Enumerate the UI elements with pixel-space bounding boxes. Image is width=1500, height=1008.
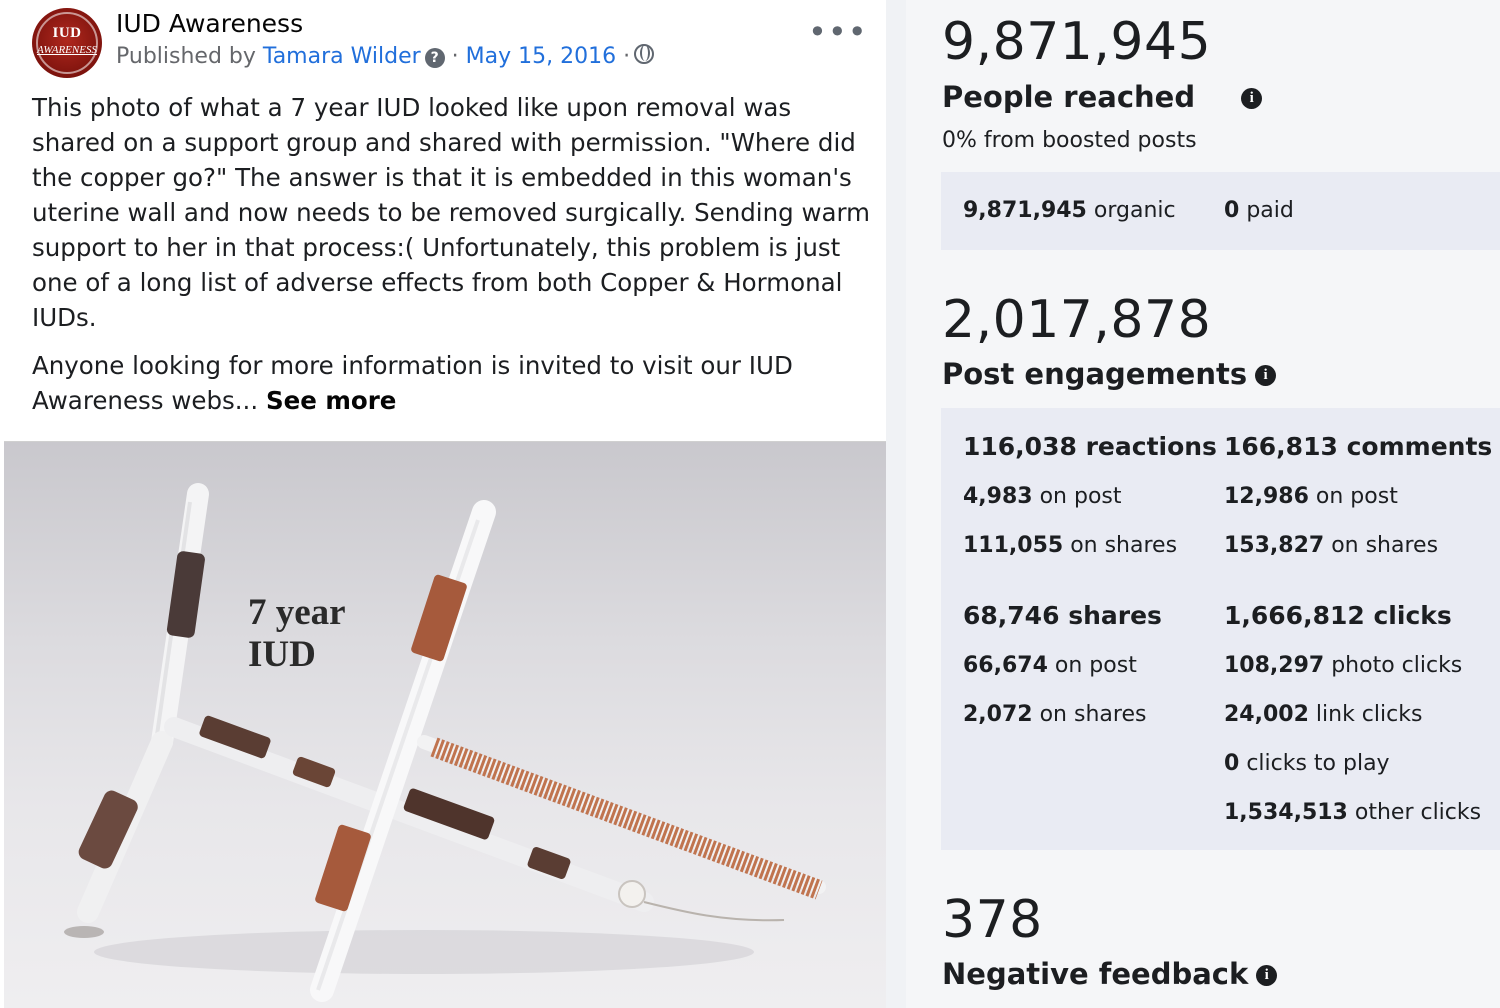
avatar-logo-subtext: AWARENESS <box>37 44 97 56</box>
info-icon[interactable]: i <box>1241 88 1263 109</box>
shares-on-shares: 2,072 on shares <box>963 702 1146 727</box>
photo-caption-line: 7 year <box>248 592 346 633</box>
reactions-on-shares-value: 111,055 <box>963 533 1064 558</box>
comments-on-shares-value: 153,827 <box>1224 533 1325 558</box>
photo-clicks-value: 108,297 <box>1224 653 1325 678</box>
reactions-on-post: 4,983 on post <box>963 484 1122 509</box>
shares-total: 68,746 shares <box>963 601 1162 630</box>
info-icon[interactable]: i <box>1256 965 1278 986</box>
other-clicks-label: other clicks <box>1354 800 1482 825</box>
shares-on-shares-label: on shares <box>1039 702 1147 727</box>
comments-on-post-value: 12,986 <box>1224 484 1309 509</box>
paid-value: 0 <box>1224 198 1240 223</box>
post-body: This photo of what a 7 year IUD looked l… <box>32 90 872 431</box>
photo-caption: 7 year IUD <box>248 592 346 676</box>
post-byline: Published by Tamara Wilder? · May 15, 20… <box>116 44 655 69</box>
reactions-on-post-value: 4,983 <box>963 484 1033 509</box>
avatar-logo-text: IUD <box>52 25 82 41</box>
comments-on-post-label: on post <box>1315 484 1398 509</box>
photo-clicks: 108,297 photo clicks <box>1224 653 1462 678</box>
shares-on-post: 66,674 on post <box>963 653 1137 678</box>
post-engagements-title: Post engagements i <box>942 357 1277 391</box>
organic-reach: 9,871,945 organic <box>963 198 1176 223</box>
post-paragraph: Anyone looking for more information is i… <box>32 348 872 418</box>
reactions-on-post-label: on post <box>1039 484 1122 509</box>
boosted-posts-note: 0% from boosted posts <box>942 128 1197 153</box>
post-date-link[interactable]: May 15, 2016 <box>466 44 616 69</box>
reach-breakdown: 9,871,945 organic 0 paid <box>941 172 1500 250</box>
post-photo[interactable]: 7 year IUD <box>4 441 886 1008</box>
iud-illustration <box>64 483 826 1002</box>
other-clicks: 1,534,513 other clicks <box>1224 800 1481 825</box>
globe-icon <box>634 44 655 64</box>
photo-caption-line: IUD <box>248 634 316 675</box>
comments-value: 166,813 <box>1224 432 1338 461</box>
people-reached-label: People reached <box>942 80 1196 114</box>
link-clicks-value: 24,002 <box>1224 702 1309 727</box>
comments-on-post: 12,986 on post <box>1224 484 1398 509</box>
byline-separator: · <box>623 44 631 69</box>
question-icon[interactable]: ? <box>424 48 445 68</box>
info-icon[interactable]: i <box>1255 365 1277 386</box>
reactions-value: 116,038 <box>963 432 1077 461</box>
organic-label: organic <box>1093 198 1176 223</box>
clicks-value: 1,666,812 <box>1224 601 1365 630</box>
clicks-label: clicks <box>1373 601 1452 630</box>
reactions-on-shares-label: on shares <box>1070 533 1178 558</box>
reactions-total: 116,038 reactions <box>963 432 1217 461</box>
people-reached-value: 9,871,945 <box>942 12 1212 72</box>
post-card: IUD AWARENESS IUD Awareness Published by… <box>0 0 886 1008</box>
shares-value: 68,746 <box>963 601 1060 630</box>
shares-on-shares-value: 2,072 <box>963 702 1033 727</box>
link-clicks: 24,002 link clicks <box>1224 702 1422 727</box>
post-paragraph: This photo of what a 7 year IUD looked l… <box>32 93 871 332</box>
see-more-link[interactable]: See more <box>266 386 396 415</box>
link-clicks-label: link clicks <box>1315 702 1423 727</box>
post-paragraph-text: Anyone looking for more information is i… <box>32 351 793 415</box>
clicks-to-play: 0 clicks to play <box>1224 751 1390 776</box>
organic-value: 9,871,945 <box>963 198 1087 223</box>
published-by-label: Published by <box>116 44 256 69</box>
comments-label: comments <box>1346 432 1493 461</box>
people-reached-title: People reached i <box>942 80 1263 114</box>
shares-label: shares <box>1068 601 1162 630</box>
page-name[interactable]: IUD Awareness <box>116 9 303 38</box>
shares-on-post-value: 66,674 <box>963 653 1048 678</box>
engagement-breakdown: 116,038 reactions 4,983 on post 111,055 … <box>941 408 1500 850</box>
negative-feedback-value: 378 <box>942 890 1043 950</box>
post-engagements-label: Post engagements <box>942 357 1248 391</box>
negative-feedback-title: Negative feedback i <box>942 957 1278 991</box>
insights-panel: 9,871,945 People reached i 0% from boost… <box>906 0 1500 1008</box>
avatar-ring <box>36 12 98 74</box>
more-options-icon[interactable]: ••• <box>808 16 868 48</box>
page-avatar[interactable]: IUD AWARENESS <box>32 8 102 78</box>
other-clicks-value: 1,534,513 <box>1224 800 1348 825</box>
paid-label: paid <box>1246 198 1294 223</box>
post-engagements-value: 2,017,878 <box>942 290 1212 350</box>
shares-on-post-label: on post <box>1054 653 1137 678</box>
comments-total: 166,813 comments <box>1224 432 1492 461</box>
clicks-to-play-value: 0 <box>1224 751 1240 776</box>
byline-separator: · <box>451 44 459 69</box>
clicks-total: 1,666,812 clicks <box>1224 601 1452 630</box>
reactions-label: reactions <box>1085 432 1217 461</box>
reactions-on-shares: 111,055 on shares <box>963 533 1177 558</box>
clicks-to-play-label: clicks to play <box>1246 751 1390 776</box>
paid-reach: 0 paid <box>1224 198 1294 223</box>
photo-clicks-label: photo clicks <box>1331 653 1463 678</box>
author-link[interactable]: Tamara Wilder <box>263 44 421 69</box>
comments-on-shares: 153,827 on shares <box>1224 533 1438 558</box>
comments-on-shares-label: on shares <box>1331 533 1439 558</box>
negative-feedback-label: Negative feedback <box>942 957 1249 991</box>
